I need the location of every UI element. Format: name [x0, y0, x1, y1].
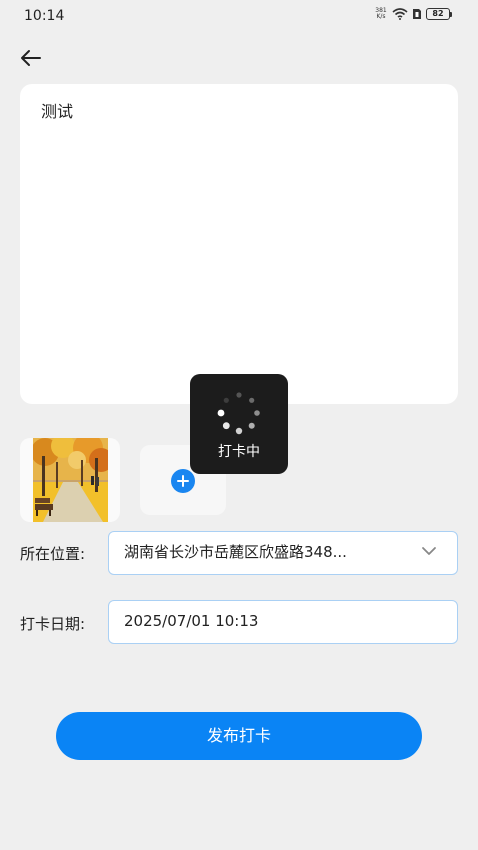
location-select[interactable]: 湖南省长沙市岳麓区欣盛路348... [108, 531, 458, 575]
loading-spinner-icon [217, 392, 260, 435]
battery-tip [450, 11, 452, 17]
photo-thumbnail-image [33, 438, 108, 522]
wifi-icon [392, 8, 408, 20]
network-speed: 381 K/s [374, 8, 388, 20]
publish-button[interactable]: 发布打卡 [56, 712, 422, 760]
sim-card-icon [413, 9, 421, 19]
date-label: 打卡日期: [20, 615, 86, 633]
battery-level: 82 [426, 8, 450, 20]
back-arrow-icon [21, 50, 41, 66]
add-icon [171, 469, 195, 493]
chevron-down-icon [422, 547, 436, 555]
location-label: 所在位置: [20, 545, 86, 563]
battery-icon: 82 [426, 8, 452, 20]
content-text[interactable]: 测试 [41, 98, 73, 122]
loading-toast: 打卡中 [190, 374, 288, 474]
status-bar: 10:14 381 K/s 82 [0, 0, 478, 34]
date-field[interactable]: 2025/07/01 10:13 [108, 600, 458, 644]
content-textarea[interactable]: 测试 [20, 84, 458, 404]
back-button[interactable] [16, 44, 44, 72]
status-time: 10:14 [24, 8, 65, 24]
network-speed-unit: K/s [376, 13, 386, 20]
loading-text: 打卡中 [218, 444, 260, 460]
photo-thumbnail[interactable] [20, 438, 120, 522]
location-value: 湖南省长沙市岳麓区欣盛路348... [124, 543, 347, 561]
status-icons: 381 K/s 82 [374, 8, 452, 20]
date-value: 2025/07/01 10:13 [124, 612, 259, 630]
